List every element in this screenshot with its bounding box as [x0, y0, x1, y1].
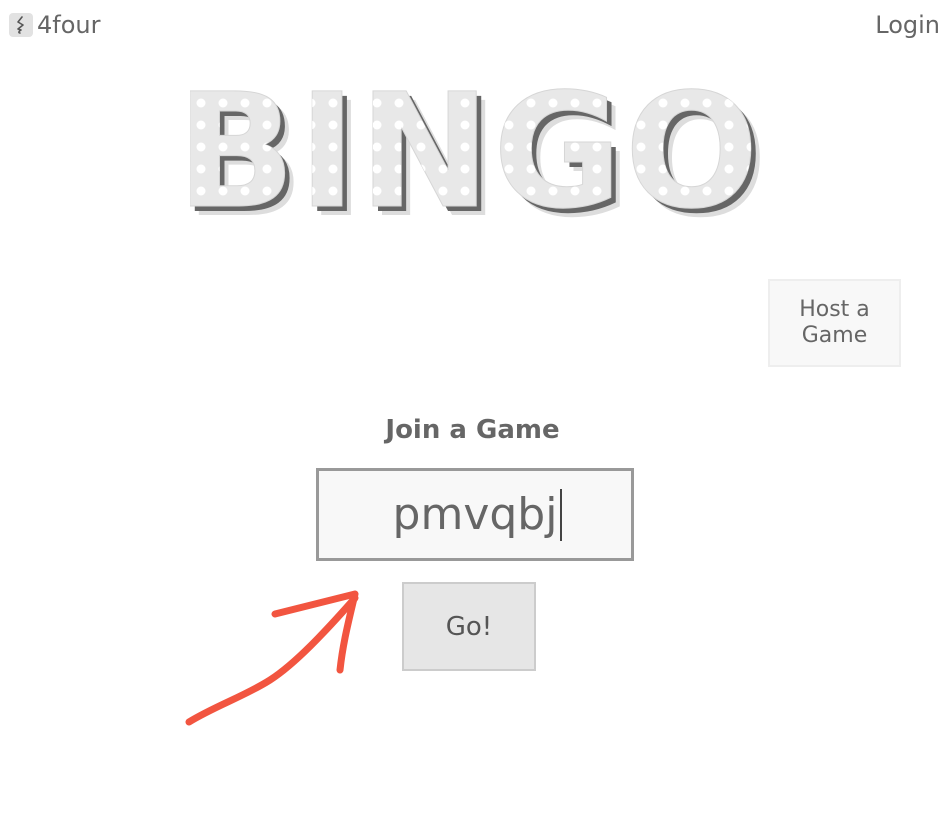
bingo-title: BINGO BINGO BINGO BINGO: [175, 60, 768, 254]
brand-link[interactable]: 4four: [9, 10, 100, 40]
brand-name: 4four: [37, 11, 101, 39]
music-note-icon: [9, 13, 33, 37]
host-game-button[interactable]: Host a Game: [768, 279, 901, 367]
go-button[interactable]: Go!: [402, 582, 536, 671]
login-link[interactable]: Login: [875, 10, 940, 40]
game-code-input[interactable]: [316, 468, 634, 561]
join-heading: Join a Game: [385, 415, 560, 445]
arrow-icon: [185, 590, 359, 726]
title-bulbs: BINGO: [190, 70, 760, 230]
text-caret: [560, 489, 562, 541]
